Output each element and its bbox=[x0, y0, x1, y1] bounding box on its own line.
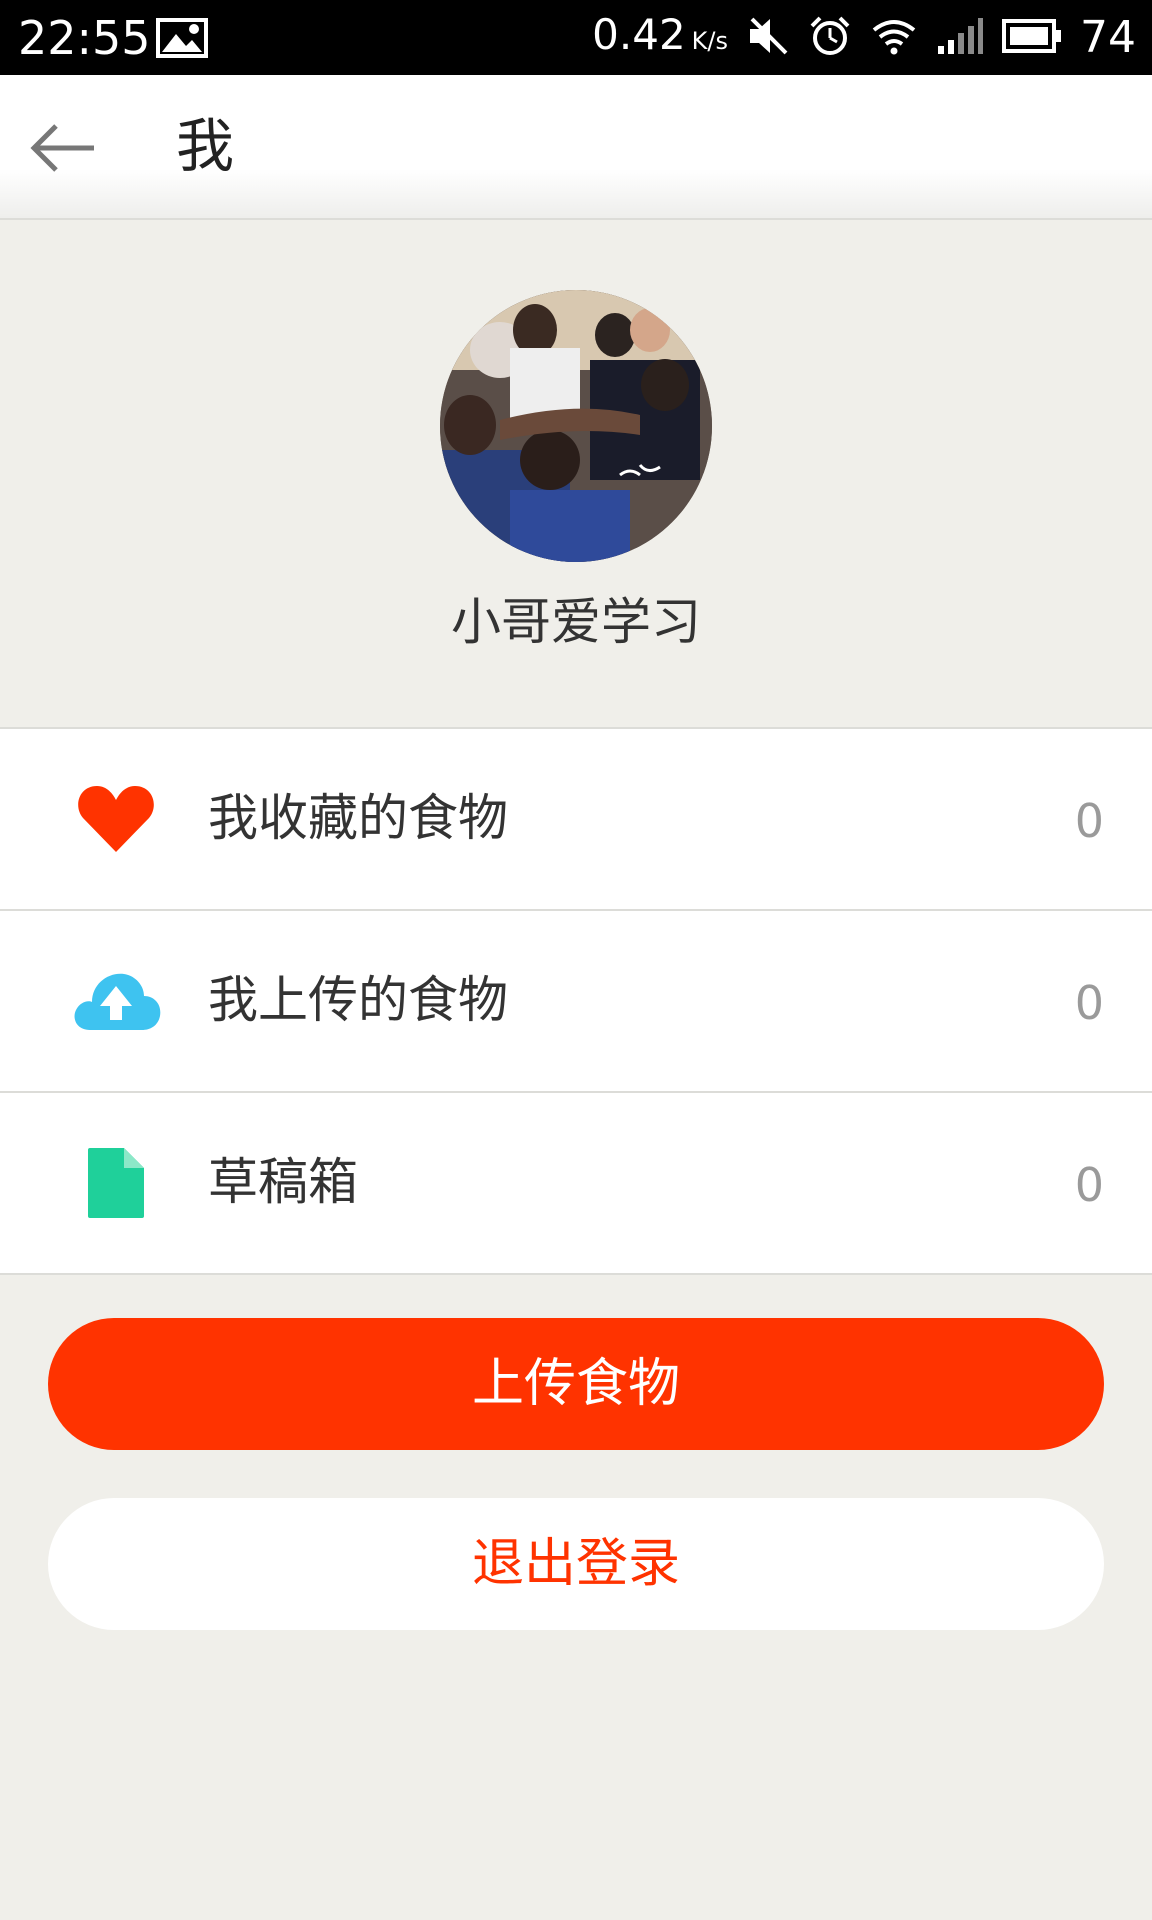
back-button[interactable] bbox=[26, 117, 98, 179]
mute-icon bbox=[746, 14, 790, 62]
document-icon bbox=[68, 1141, 164, 1225]
menu-item-uploads[interactable]: 我上传的食物 0 bbox=[0, 911, 1152, 1093]
page-title: 我 bbox=[176, 112, 235, 180]
logout-button[interactable]: 退出登录 bbox=[48, 1498, 1104, 1630]
network-speed: 0.42 K/s bbox=[592, 10, 728, 59]
menu-item-favorites[interactable]: 我收藏的食物 0 bbox=[0, 729, 1152, 911]
battery-icon bbox=[1002, 19, 1062, 57]
menu-list: 我收藏的食物 0 我上传的食物 0 草稿箱 0 bbox=[0, 727, 1152, 1275]
arrow-left-icon bbox=[30, 124, 94, 172]
username: 小哥爱学习 bbox=[451, 593, 701, 651]
status-bar: 22:55 0.42 K/s 74 bbox=[0, 0, 1152, 75]
menu-item-count: 0 bbox=[1074, 1158, 1104, 1212]
menu-item-label: 草稿箱 bbox=[208, 1153, 358, 1211]
battery-level: 74 bbox=[1080, 12, 1136, 63]
alarm-icon bbox=[808, 14, 852, 62]
menu-item-count: 0 bbox=[1074, 976, 1104, 1030]
menu-item-label: 我上传的食物 bbox=[208, 971, 508, 1029]
signal-icon bbox=[936, 16, 984, 60]
wifi-icon bbox=[870, 14, 918, 62]
avatar[interactable] bbox=[440, 290, 712, 562]
cloud-upload-icon bbox=[68, 959, 164, 1043]
heart-icon bbox=[68, 777, 164, 861]
menu-item-count: 0 bbox=[1074, 794, 1104, 848]
gallery-icon bbox=[156, 18, 208, 62]
app-bar: 我 bbox=[0, 75, 1152, 220]
upload-food-button[interactable]: 上传食物 bbox=[48, 1318, 1104, 1450]
menu-item-label: 我收藏的食物 bbox=[208, 789, 508, 847]
menu-item-drafts[interactable]: 草稿箱 0 bbox=[0, 1093, 1152, 1273]
status-time: 22:55 bbox=[18, 11, 151, 65]
